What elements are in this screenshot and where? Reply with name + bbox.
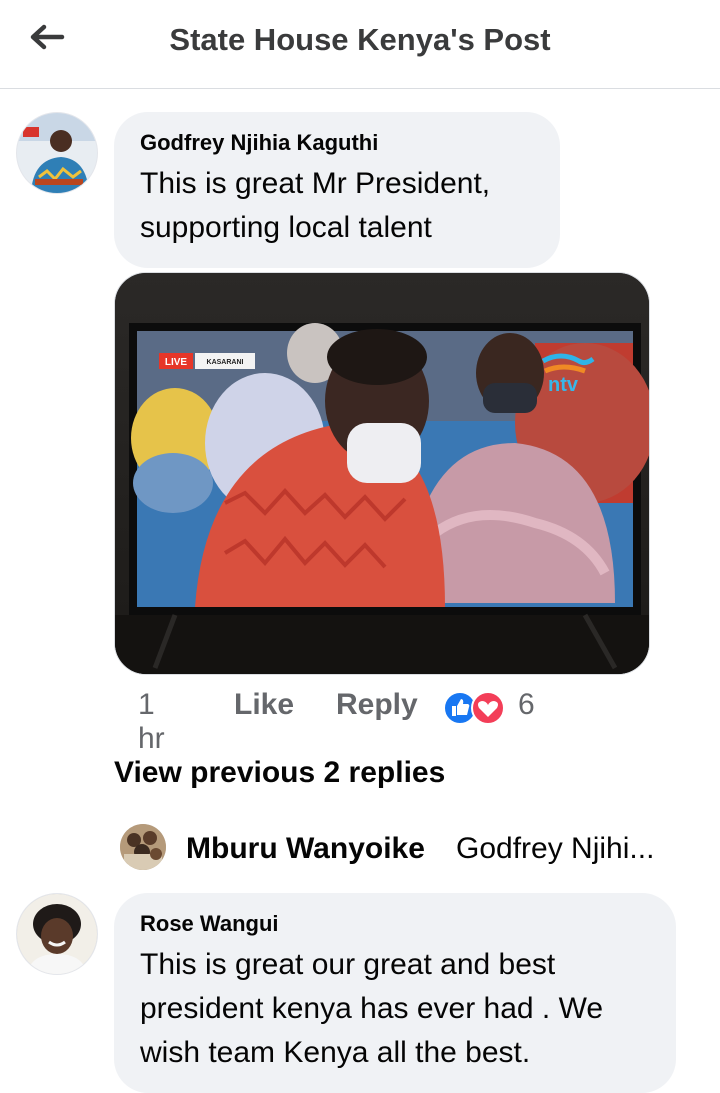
- comment-text: This is great our great and best preside…: [140, 948, 604, 1069]
- comment-author[interactable]: Godfrey Njihia Kaguthi: [140, 130, 534, 156]
- reply-author[interactable]: Mburu Wanyoike: [186, 832, 425, 866]
- reply-snippet: Godfrey Njihi...: [456, 832, 655, 865]
- comment-author[interactable]: Rose Wangui: [140, 911, 650, 937]
- top-bar: State House Kenya's Post: [0, 0, 720, 89]
- view-previous-replies-link[interactable]: View previous 2 replies: [114, 756, 445, 790]
- location-badge: KASARANI: [207, 359, 244, 366]
- comment-time: 1 hr: [138, 688, 165, 755]
- reply-button[interactable]: Reply: [336, 688, 418, 722]
- avatar-rose[interactable]: [16, 893, 98, 975]
- comment-photo[interactable]: LIVE KASARANI ntv: [114, 272, 650, 675]
- love-icon: [471, 691, 505, 725]
- avatar-mburu[interactable]: [120, 824, 166, 870]
- live-badge: LIVE: [165, 357, 188, 368]
- ntv-logo: ntv: [548, 374, 579, 396]
- avatar-godfrey[interactable]: [16, 112, 98, 194]
- reply-preview[interactable]: Mburu Wanyoike Godfrey Njihi...: [120, 822, 700, 872]
- reaction-count[interactable]: 6: [518, 688, 535, 722]
- page-title: State House Kenya's Post: [169, 22, 551, 57]
- like-button[interactable]: Like: [234, 688, 294, 722]
- comment-bubble[interactable]: Rose Wangui This is great our great and …: [114, 893, 676, 1093]
- comment-bubble[interactable]: Godfrey Njihia Kaguthi This is great Mr …: [114, 112, 560, 268]
- reactions-icons[interactable]: [442, 690, 510, 726]
- comment-text: This is great Mr President, supporting l…: [140, 167, 491, 244]
